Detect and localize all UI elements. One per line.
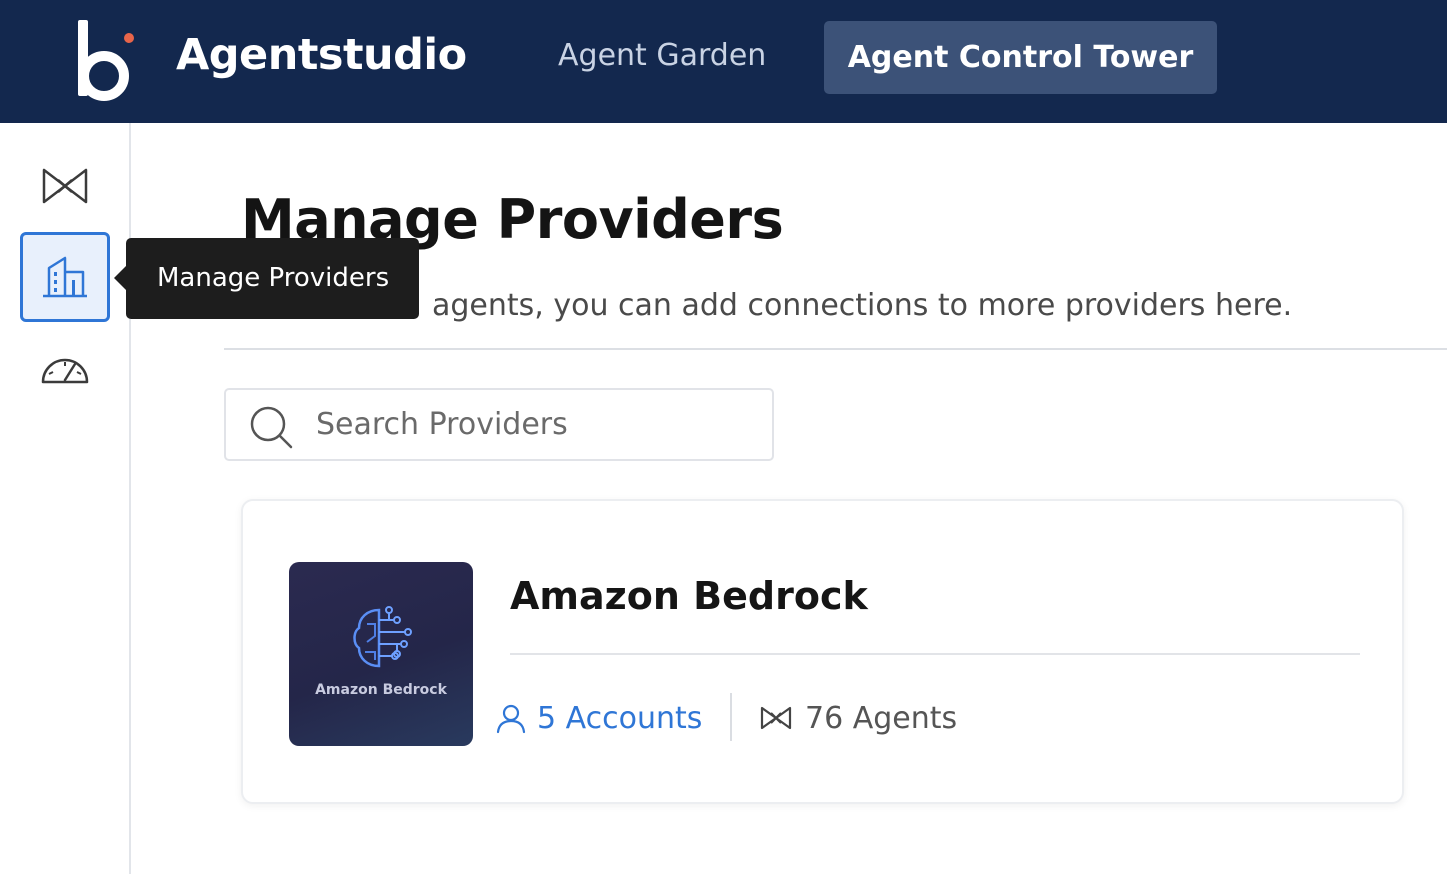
nav-agent-garden[interactable]: Agent Garden [558, 38, 766, 73]
stats-separator [730, 693, 732, 741]
provider-logo: Amazon Bedrock [289, 562, 473, 746]
sidebar-tooltip: Manage Providers [114, 238, 419, 319]
header-divider [224, 348, 1447, 350]
sidebar-item-dashboard[interactable] [20, 323, 110, 413]
provider-accounts-link[interactable]: 5 Accounts [495, 695, 702, 741]
top-bar: Agentstudio Agent Garden Agent Control T… [0, 0, 1447, 123]
provider-logo-text: Amazon Bedrock [315, 682, 447, 698]
page-subtitle: agents, you can add connections to more … [432, 288, 1293, 323]
agents-icon [42, 168, 88, 204]
agents-icon [760, 706, 792, 730]
search-icon [250, 406, 293, 449]
search-box [224, 388, 774, 461]
provider-name: Amazon Bedrock [510, 574, 868, 618]
brand-name: Agentstudio [176, 30, 467, 80]
card-divider [510, 653, 1360, 655]
bedrock-brain-icon [353, 606, 412, 668]
accounts-count: 5 Accounts [537, 700, 703, 736]
sidebar-item-manage-providers[interactable] [20, 232, 110, 322]
building-icon [43, 256, 87, 298]
search-input[interactable] [316, 390, 756, 459]
provider-agents-count: 76 Agents [759, 695, 957, 741]
gauge-icon [41, 358, 89, 384]
user-icon [496, 704, 526, 734]
nav-agent-control-tower[interactable]: Agent Control Tower [824, 21, 1217, 94]
agents-count: 76 Agents [805, 700, 958, 736]
provider-card[interactable]: Amazon Bedrock Amazon Bedrock 5 Accounts… [241, 499, 1404, 804]
sidebar [0, 123, 131, 874]
agentstudio-logo-icon[interactable] [72, 18, 142, 102]
sidebar-item-agents[interactable] [20, 141, 110, 231]
